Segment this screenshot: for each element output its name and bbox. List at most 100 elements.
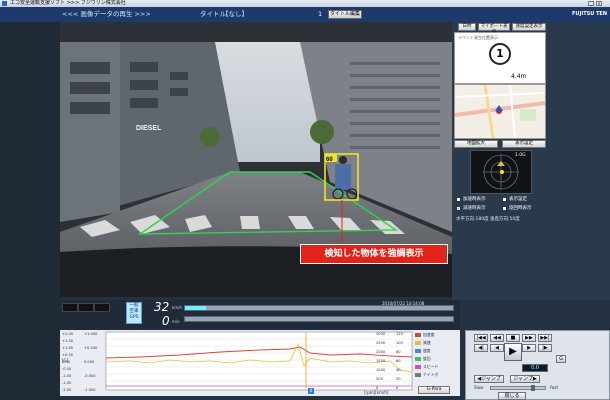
rewind-button[interactable]: ◀◀ <box>490 334 504 342</box>
indicator-lamp <box>94 303 110 312</box>
video-frame[interactable]: DIESEL 60 検知した物体を強調表示 <box>60 22 452 297</box>
tab-speed-setting[interactable]: 速度設定表示 <box>512 23 546 31</box>
window-titlebar: エコ安全運転支援ソフト >>> フジウリン株式会社 _ × <box>0 0 610 7</box>
y-right-2-tick: 40 <box>396 368 401 372</box>
title-edit-button[interactable]: タイトル編集 <box>328 10 362 19</box>
detection-badge: 60 <box>326 157 333 163</box>
timeline-graph[interactable]: 0 [G] [rpm][km/h] 加速度 減速 速度 旋回 スピード ナイトボ G-Pa… <box>60 330 460 396</box>
y-right-1-tick: 2500 <box>376 341 386 345</box>
y-left-2-tick: -0.500 <box>84 374 96 378</box>
y-left-1-tick: 0.00 <box>62 360 71 364</box>
fast-label: Fast <box>550 385 559 390</box>
map-panel[interactable] <box>454 84 546 139</box>
fast-forward-button[interactable]: ▶▶ <box>522 334 536 342</box>
map-zoom-button[interactable]: 地図拡大 <box>454 140 498 148</box>
legend-swatch <box>415 365 421 369</box>
stop-button[interactable]: ■ <box>506 334 520 342</box>
gps-label: GPS <box>129 315 139 320</box>
y-right-1-tick: 2000 <box>376 350 386 354</box>
g-button[interactable]: G <box>556 355 566 363</box>
right-units: [rpm][km/h] <box>364 390 389 395</box>
legend-swatch <box>415 357 421 361</box>
rpm-value: 0 <box>162 314 170 328</box>
y-left-2-tick: +0.500 <box>84 346 98 350</box>
breadcrumb: <<< 画像データの再生 >>> <box>62 10 151 18</box>
checkbox-label: 旋回時表示 <box>509 206 532 211</box>
y-right-1-tick: 1500 <box>376 359 386 363</box>
jump-prev-button[interactable]: ◀ジャンプ <box>474 375 504 383</box>
tab-datetime[interactable]: 日時 <box>458 23 476 31</box>
checkbox-label: 減速時表示 <box>463 206 486 211</box>
map-settings-button[interactable]: 表示設定 <box>502 140 546 148</box>
cursor-marker[interactable]: 0 <box>308 388 314 394</box>
legend-swatch <box>415 349 421 353</box>
gsensor-value: 1.0G <box>515 153 526 158</box>
header-bar: <<< 画像データの再生 >>> タイトル 【なし】 1 タイトル編集 FUJI… <box>0 7 610 22</box>
y-left-2-tick: -1.000 <box>84 388 96 392</box>
map-view <box>454 84 546 139</box>
y-left-1-tick: +1.00 <box>62 346 74 350</box>
step-forward-button[interactable]: |▶ <box>538 344 552 352</box>
legend-swatch <box>415 333 421 337</box>
speed-unit: km/h <box>172 305 183 310</box>
checkbox-box-checked[interactable]: ✓ <box>456 206 461 211</box>
checkbox-box[interactable] <box>502 197 507 202</box>
y-left-1-tick: +0.50 <box>62 353 74 357</box>
y-left-1-tick: +2.00 <box>62 332 74 336</box>
speed-slider[interactable] <box>490 385 546 391</box>
app-window: エコ安全運転支援ソフト >>> フジウリン株式会社 _ × <<< 画像データの… <box>0 0 610 400</box>
skip-start-button[interactable]: |◀◀ <box>474 334 488 342</box>
event-number: 1 <box>489 43 511 65</box>
mode-indicator: 一般 空車 GPS <box>126 302 142 324</box>
y-left-1-tick: -2.00 <box>62 388 72 392</box>
distance-value: 4.4m <box>511 73 527 80</box>
legend: 加速度 減速 速度 旋回 スピード ナイトボ <box>415 332 457 380</box>
y-right-2-tick: 20 <box>396 377 401 381</box>
y-right-1-tick: 1000 <box>376 368 386 372</box>
annotation-callout: 検知した物体を強調表示 <box>300 244 448 264</box>
gpara-button[interactable]: G-Para <box>418 386 450 394</box>
jump-next-button[interactable]: ジャンプ▶ <box>510 375 540 383</box>
y-right-2-tick: 100 <box>396 341 403 345</box>
event-panel: イベント発生位置表示 1 4.4m <box>454 32 546 84</box>
checkbox-box[interactable] <box>502 206 507 211</box>
window-title: エコ安全運転支援ソフト >>> フジウリン株式会社 <box>10 0 126 6</box>
y-right-1-tick: 0 <box>376 386 379 390</box>
y-left-1-tick: -0.50 <box>62 367 72 371</box>
angle-note: 水平方向:180度 垂直方向:50度 <box>456 217 520 222</box>
left-gutter <box>0 22 60 400</box>
close-button[interactable]: 閉じる <box>498 392 526 400</box>
rpm-unit: min <box>172 319 180 324</box>
legend-label: 加速度 <box>423 332 435 337</box>
tab-myport[interactable]: マイポート表示 <box>478 23 510 35</box>
y-left-1-tick: -1.00 <box>62 374 72 378</box>
title-value: 【なし】 <box>222 10 248 18</box>
minimize-button[interactable]: _ <box>588 1 594 6</box>
y-right-2-tick: 60 <box>396 359 401 363</box>
checkbox-box[interactable] <box>456 197 461 202</box>
legend-swatch <box>415 341 421 345</box>
checkbox-label: 加速時表示 <box>463 197 486 202</box>
back-button[interactable]: ◀ <box>490 344 504 352</box>
skip-end-button[interactable]: ▶▶| <box>538 334 552 342</box>
brand-logo: FUJITSU TEN <box>572 11 608 17</box>
gsensor-panel: 1.0G <box>470 150 532 194</box>
indicator-lamp <box>62 303 78 312</box>
legend-label: 旋回 <box>423 356 431 361</box>
speed-progress-fill <box>185 306 207 310</box>
graph-plot <box>105 331 413 391</box>
speed-slider-thumb[interactable] <box>531 385 535 391</box>
forward-button[interactable]: ▶ <box>522 344 536 352</box>
page-indicator: 1 <box>318 10 323 18</box>
slow-label: Slow <box>474 385 484 390</box>
close-window-button[interactable]: × <box>596 1 602 6</box>
indicator-lamp <box>78 303 94 312</box>
y-right-2-tick: 80 <box>396 350 401 354</box>
speed-value: 32 <box>154 300 170 314</box>
step-back-button[interactable]: ◀| <box>474 344 488 352</box>
y-left-2-tick: 0.000 <box>84 360 95 364</box>
timestamp: 2010/07/22 10:14:08 <box>382 301 425 306</box>
app-icon <box>2 1 7 6</box>
speed-bar: 一般 空車 GPS 32 km/h 0 min 2010/07/22 10:14… <box>60 300 460 330</box>
play-button[interactable]: ▶ <box>504 343 522 361</box>
